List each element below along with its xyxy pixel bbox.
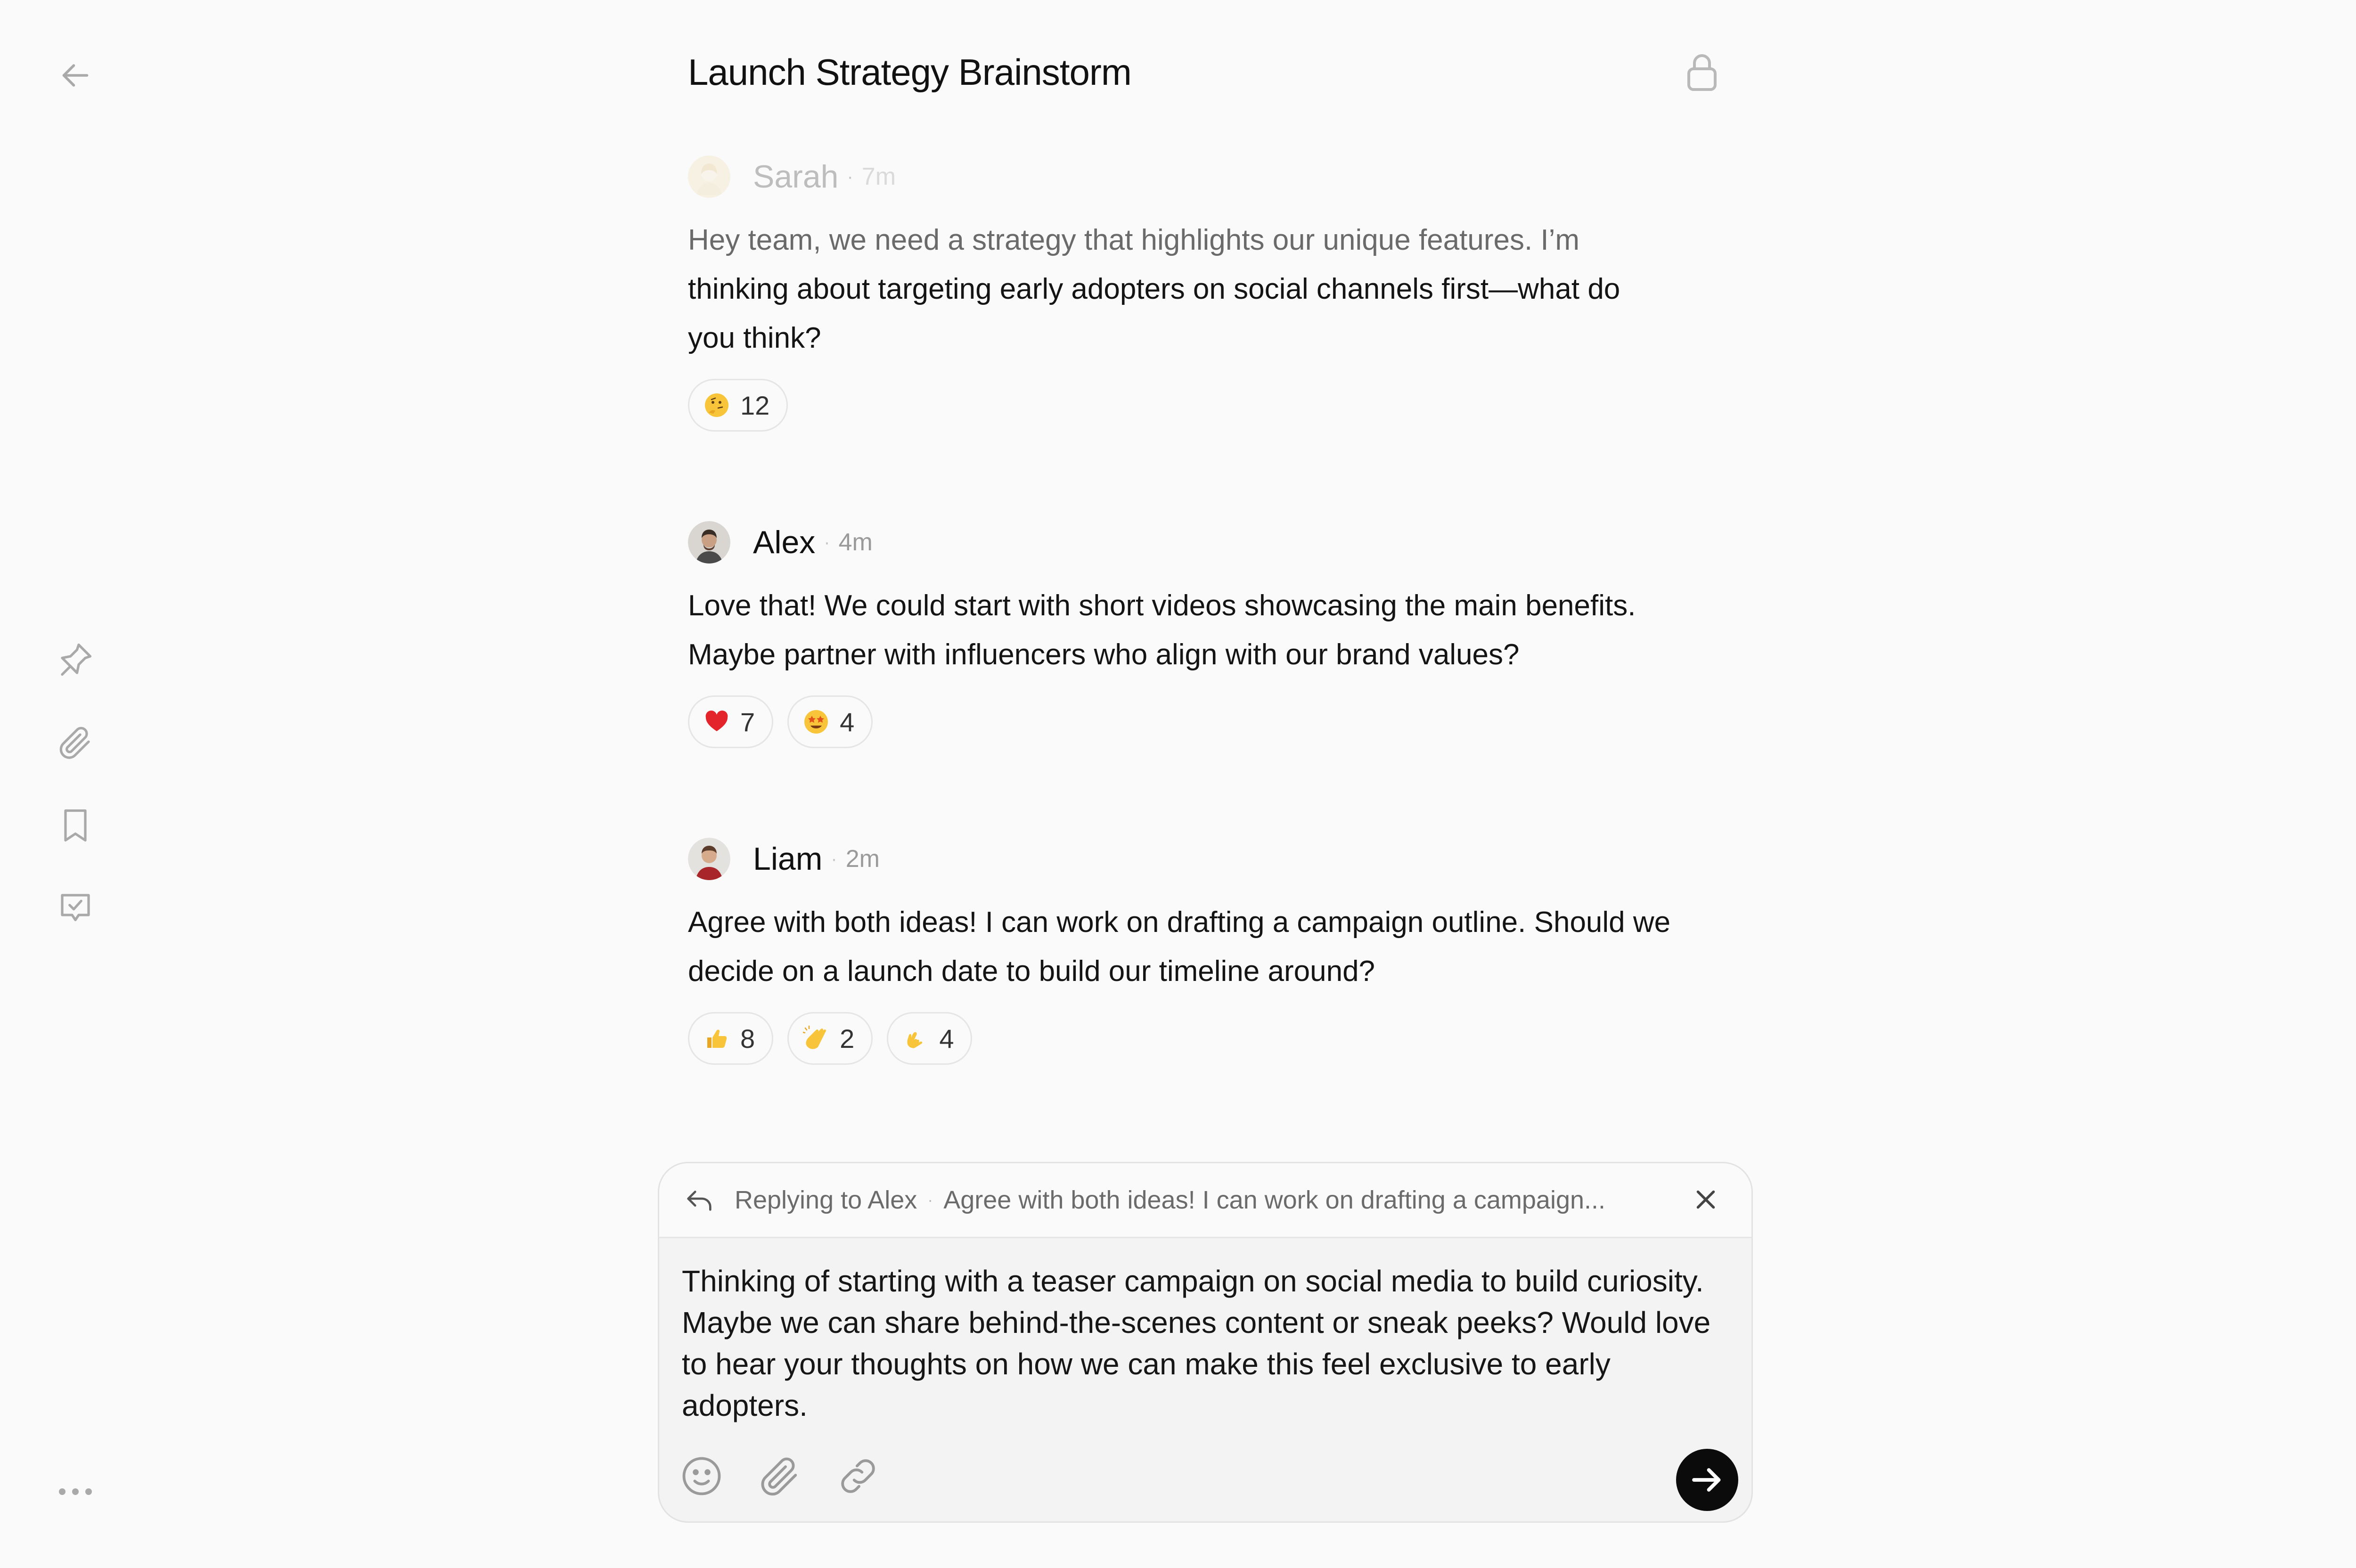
message-line: decide on a launch date to build our tim… [688, 955, 1375, 988]
clapping-hands-icon [803, 1025, 829, 1052]
input-line: Maybe we can share behind-the-scenes con… [682, 1306, 1711, 1339]
task-check-icon[interactable] [52, 885, 99, 932]
message-text: Hey team, we need a strategy that highli… [688, 216, 1734, 363]
thumbs-up-icon [704, 1025, 730, 1052]
emoji-icon[interactable] [678, 1453, 725, 1500]
reaction-chip[interactable]: 4 [787, 695, 873, 748]
message-line: Love that! We could start with short vid… [688, 589, 1636, 622]
red-heart-icon [704, 709, 730, 735]
message-line: Maybe partner with influencers who align… [688, 638, 1520, 671]
reaction-count: 8 [740, 1023, 755, 1054]
message-composer: Replying to Alex · Agree with both ideas… [658, 1162, 1753, 1523]
message-item: Alex · 4m Love that! We could start with… [688, 516, 1734, 748]
send-button[interactable] [1676, 1449, 1738, 1511]
pin-icon[interactable] [52, 636, 99, 683]
paperclip-icon[interactable] [52, 719, 99, 766]
thinking-face-icon [704, 392, 730, 418]
reaction-chip[interactable]: 4 [887, 1012, 973, 1065]
reply-arrow-icon [683, 1184, 716, 1217]
ok-hand-icon [902, 1025, 929, 1052]
reaction-count: 4 [840, 707, 855, 737]
star-struck-icon [803, 709, 829, 735]
attachment-icon[interactable] [756, 1453, 803, 1500]
reaction-chip[interactable]: 7 [688, 695, 774, 748]
close-icon[interactable] [1690, 1184, 1721, 1215]
message-header: Sarah · 7m [688, 151, 1734, 203]
conversation-header: Launch Strategy Brainstorm [688, 46, 1725, 98]
message-author[interactable]: Alex [753, 524, 815, 561]
message-time: 2m [845, 845, 880, 873]
message-item: Liam · 2m Agree with both ideas! I can w… [688, 833, 1734, 1065]
message-line: thinking about targeting early adopters … [688, 273, 1620, 305]
reply-preview[interactable]: Agree with both ideas! I can work on dra… [943, 1185, 1605, 1215]
reply-label: Replying to Alex [735, 1186, 917, 1214]
arrow-right-icon [1692, 1468, 1721, 1492]
message-line: Agree with both ideas! I can work on dra… [688, 906, 1671, 939]
message-header: Alex · 4m [688, 516, 1734, 568]
message-time: 4m [838, 529, 873, 556]
input-line: to hear your thoughts on how we can make… [682, 1347, 1611, 1381]
message-author[interactable]: Liam [753, 841, 822, 877]
reaction-list: 8 2 4 [688, 1012, 1734, 1065]
reaction-count: 4 [939, 1023, 954, 1054]
bookmark-icon[interactable] [52, 802, 99, 849]
message-time: 7m [861, 163, 896, 190]
reaction-list: 7 4 [688, 695, 1734, 748]
separator-dot: · [847, 166, 853, 187]
reaction-chip[interactable]: 2 [787, 1012, 873, 1065]
separator-dot: · [824, 531, 830, 553]
message-input[interactable]: Thinking of starting with a teaser campa… [682, 1260, 1733, 1426]
message-text: Love that! We could start with short vid… [688, 581, 1734, 679]
message-text: Agree with both ideas! I can work on dra… [688, 898, 1734, 996]
separator-dot: · [927, 1190, 933, 1209]
reaction-list: 12 [688, 379, 1734, 432]
reaction-count: 7 [740, 707, 755, 737]
link-icon[interactable] [834, 1453, 882, 1500]
reply-context-bar: Replying to Alex · Agree with both ideas… [659, 1163, 1751, 1238]
page-title: Launch Strategy Brainstorm [688, 51, 1132, 93]
avatar[interactable] [688, 155, 730, 198]
message-line: Hey team, we need a strategy that highli… [688, 224, 1580, 256]
message-header: Liam · 2m [688, 833, 1734, 885]
composer-toolbar [678, 1453, 882, 1500]
message-line: you think? [688, 322, 821, 354]
message-item: Sarah · 7m Hey team, we need a strategy … [688, 151, 1734, 432]
back-icon[interactable] [52, 52, 99, 99]
more-icon[interactable] [52, 1468, 99, 1515]
separator-dot: · [831, 848, 837, 869]
reaction-count: 12 [740, 390, 770, 420]
lock-icon[interactable] [1679, 50, 1725, 95]
reaction-count: 2 [840, 1023, 855, 1054]
message-author[interactable]: Sarah [753, 158, 838, 195]
reaction-chip[interactable]: 8 [688, 1012, 774, 1065]
input-line: adopters. [682, 1388, 808, 1422]
avatar[interactable] [688, 521, 730, 564]
reaction-chip[interactable]: 12 [688, 379, 788, 432]
avatar[interactable] [688, 838, 730, 880]
input-line: Thinking of starting with a teaser campa… [682, 1264, 1704, 1298]
